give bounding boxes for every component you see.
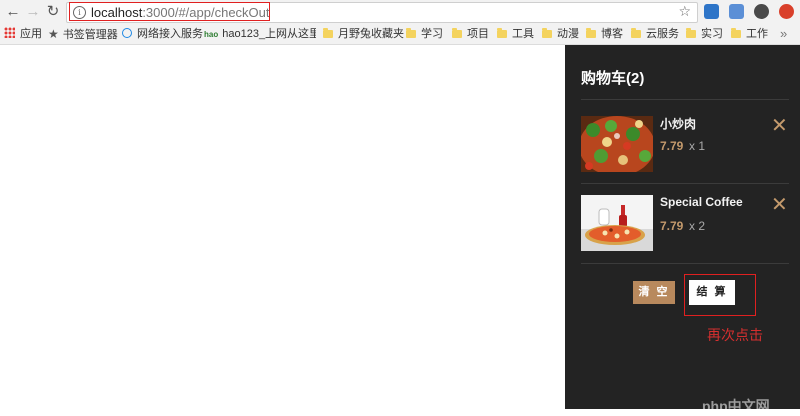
reload-icon[interactable]: ↻ [44,3,62,21]
bookmark-folder[interactable]: 实习 [686,26,723,42]
folder-icon [586,28,596,38]
checkout-highlight-box [684,274,756,316]
extension-upload-icon[interactable] [779,4,794,19]
bookmark-label: 动漫 [557,28,579,40]
hao123-icon: hao [204,30,219,39]
folder-icon [323,28,333,38]
bookmark-folder[interactable]: 工具 [497,26,534,42]
bookmark-label: 工作 [746,28,768,40]
item-price: 7.79 [660,219,684,233]
item-quantity: x 1 [689,139,706,153]
cart-title: 购物车(2) [581,70,645,87]
item-name: Special Coffee [660,195,743,209]
bookmark-label: 云服务 [646,28,679,40]
divider [581,99,789,100]
bookmark-label: 网络接入服务 [137,28,203,40]
folder-icon [542,28,552,38]
more-bookmarks-chevron-icon[interactable]: » [780,26,787,42]
url-highlight-box [69,2,270,21]
folder-icon [406,28,416,38]
remove-item-close-icon[interactable]: ✕ [771,195,788,215]
bookmark-folder[interactable]: 学习 [406,26,443,42]
folder-icon [631,28,641,38]
item-quantity: x 2 [689,219,706,233]
folder-icon [731,28,741,38]
globe-icon [122,28,132,38]
bookmark-manager[interactable]: ★ 书签管理器 [48,26,118,42]
bookmark-hao123[interactable]: haohao123_上网从这里开 [204,26,316,42]
bookmark-folder[interactable]: 月野兔收藏夹 [323,26,404,42]
bookmark-label: 博客 [601,28,623,40]
bookmark-label: 应用 [20,28,42,40]
folder-icon [686,28,696,38]
bookmark-folder[interactable]: 博客 [586,26,623,42]
item-name: 小炒肉 [660,117,697,131]
bookmark-label: 学习 [421,28,443,40]
bookmark-folder[interactable]: 项目 [452,26,489,42]
apps-grid-icon [4,27,15,38]
divider [581,263,789,264]
bookmarks-bar: 应用 ★书签管理器 网络接入服务 haohao123_上网从这里开 月野兔收藏夹… [0,24,800,45]
page-content-area [0,45,565,409]
extension-s-icon[interactable] [704,4,719,19]
bookmark-folder[interactable]: 动漫 [542,26,579,42]
extension-shield-icon[interactable] [754,4,769,19]
bookmark-label: 工具 [512,28,534,40]
bookmark-label: 实习 [701,28,723,40]
bookmark-apps[interactable]: 应用 [4,26,42,42]
item-image-stir-fry [581,116,653,172]
folder-icon [452,28,462,38]
clear-cart-button[interactable]: 清 空 [633,281,675,304]
bookmark-folder[interactable]: 工作 [731,26,768,42]
remove-item-close-icon[interactable]: ✕ [771,116,788,136]
watermark-logo: php中文网 [702,398,770,414]
back-arrow-icon[interactable]: ← [4,3,22,21]
item-price: 7.79 [660,139,684,153]
extension-window-icon[interactable] [729,4,744,19]
bookmark-label: 项目 [467,28,489,40]
bookmark-label: 月野兔收藏夹 [338,28,404,40]
bookmark-star-icon[interactable]: ☆ [678,3,691,20]
divider [581,183,789,184]
bookmark-network[interactable]: 网络接入服务 [122,26,203,42]
bookmark-label: 书签管理器 [62,29,118,41]
star-icon: ★ [48,27,59,41]
click-again-annotation: 再次点击 [707,328,763,344]
bookmark-folder[interactable]: 云服务 [631,26,679,42]
browser-toolbar: ← → ↻ i localhost:3000/#/app/checkOut ☆ [0,0,800,24]
folder-icon [497,28,507,38]
item-image-special-coffee [581,195,653,251]
bookmark-label: hao123_上网从这里开 [222,28,316,40]
cart-panel: 购物车(2) 小炒肉 7.79 x 1 ✕ Special Coffee 7.7… [565,45,800,409]
forward-arrow-icon[interactable]: → [24,3,42,21]
